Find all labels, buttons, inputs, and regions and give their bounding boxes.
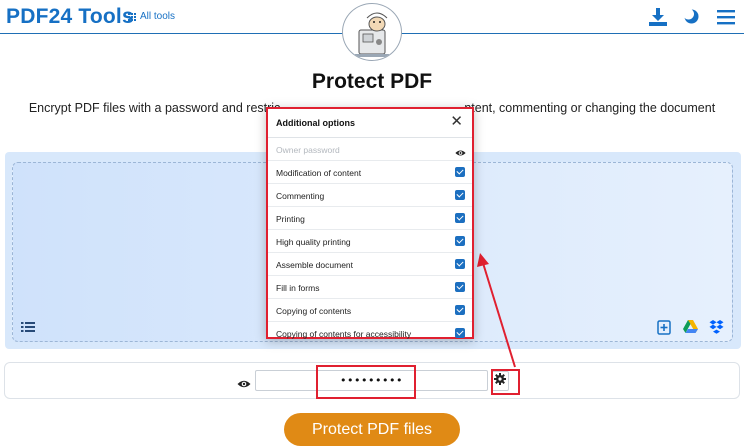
option-label: Commenting — [276, 191, 325, 201]
option-checkbox[interactable] — [455, 282, 465, 292]
option-row[interactable]: Printing — [268, 207, 472, 230]
option-row[interactable]: Assemble document — [268, 253, 472, 276]
option-label: Copying of contents for accessibility — [276, 329, 412, 339]
option-row[interactable]: Commenting — [268, 184, 472, 207]
option-checkbox[interactable] — [455, 213, 465, 223]
menu-icon[interactable] — [717, 9, 735, 30]
option-row[interactable]: Copying of contents for accessibility — [268, 322, 472, 345]
dark-mode-icon[interactable] — [683, 8, 700, 30]
all-tools-link[interactable]: All tools — [128, 11, 175, 22]
subtitle-end: ntent, commenting or changing the docume… — [464, 101, 716, 115]
close-icon[interactable]: ✕ — [450, 114, 463, 130]
option-checkbox[interactable] — [455, 259, 465, 269]
option-checkbox[interactable] — [455, 190, 465, 200]
google-drive-icon[interactable] — [683, 320, 698, 338]
option-checkbox[interactable] — [455, 236, 465, 246]
dialog-title: Additional options — [276, 118, 355, 128]
option-label: Printing — [276, 214, 305, 224]
owner-password-field[interactable]: Owner password — [268, 138, 472, 161]
option-checkbox[interactable] — [455, 305, 465, 315]
dialog-header: Additional options ✕ — [268, 109, 472, 138]
pdf24-logo[interactable]: PDF24 Tools — [6, 5, 134, 29]
option-row[interactable]: Modification of content — [268, 161, 472, 184]
option-label: High quality printing — [276, 237, 351, 247]
page-title: Protect PDF — [311, 70, 433, 93]
grid-icon — [128, 12, 136, 21]
annotation-arrow — [477, 253, 516, 368]
option-row[interactable]: Fill in forms — [268, 276, 472, 299]
protect-pdf-button[interactable]: Protect PDF files — [284, 413, 460, 446]
option-label: Modification of content — [276, 168, 362, 178]
add-file-icon[interactable] — [657, 320, 671, 340]
option-label: Assemble document — [276, 260, 354, 270]
dropbox-icon[interactable] — [709, 320, 724, 339]
page: PDF24 Tools All tools Protect PDF Encryp… — [0, 0, 744, 446]
option-row[interactable]: Copying of contents — [268, 299, 472, 322]
show-password-icon[interactable] — [237, 376, 251, 394]
password-highlight-box — [316, 365, 416, 399]
eye-icon[interactable] — [455, 144, 466, 162]
subtitle-start: Encrypt PDF files with a password and re… — [28, 101, 281, 115]
option-row[interactable]: High quality printing — [268, 230, 472, 253]
download-icon[interactable] — [648, 7, 668, 32]
option-label: Copying of contents — [276, 306, 352, 316]
additional-options-dialog: Additional options ✕ Owner password Modi… — [266, 107, 474, 339]
option-label: Fill in forms — [276, 283, 320, 293]
owner-password-placeholder: Owner password — [276, 145, 340, 155]
option-checkbox[interactable] — [455, 167, 465, 177]
mascot-image — [342, 3, 402, 61]
list-view-icon[interactable] — [21, 320, 35, 338]
option-checkbox[interactable] — [455, 328, 465, 338]
all-tools-label: All tools — [140, 11, 176, 22]
